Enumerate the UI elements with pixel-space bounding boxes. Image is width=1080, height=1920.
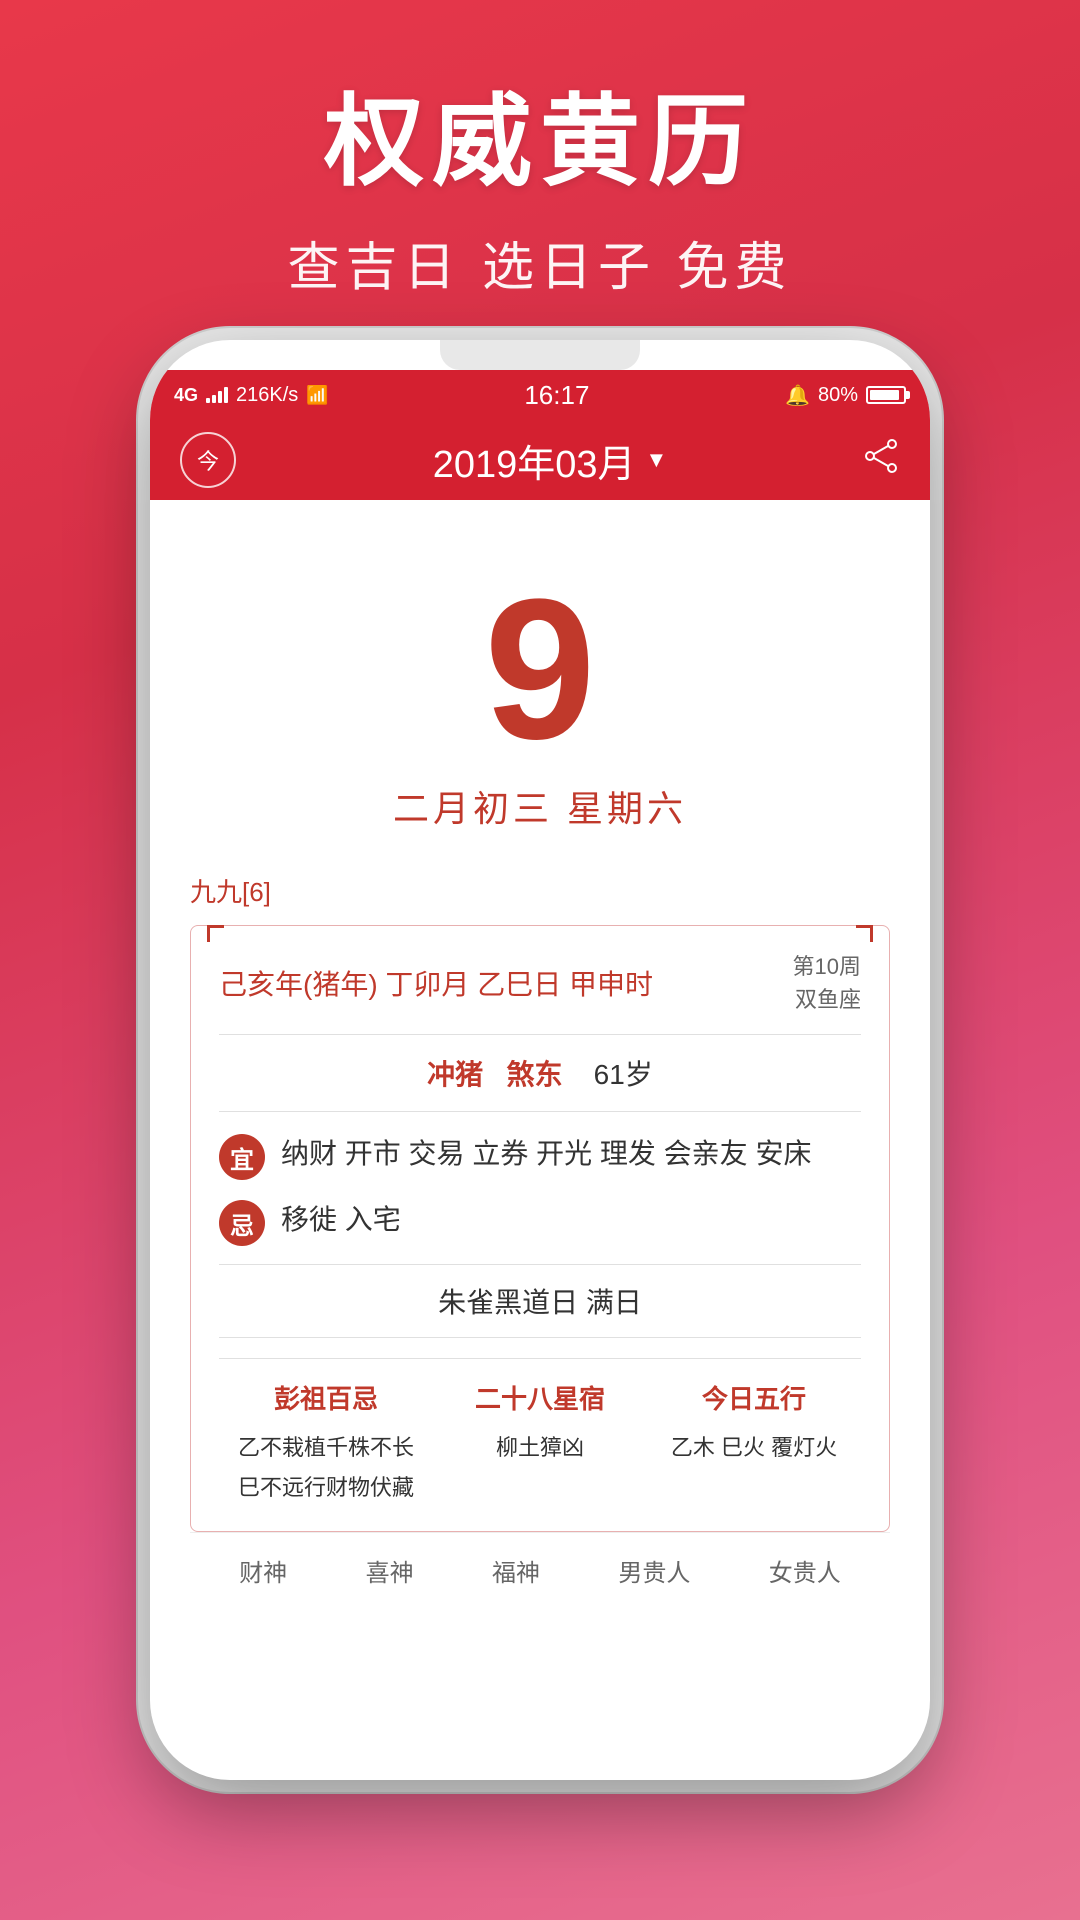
phone-mockup: 4G 216K/s 📶 16:17 🔔 80% 今 2019年03月 ▼ [150, 340, 930, 1780]
lunar-date: 二月初三 星期六 [190, 780, 890, 832]
footer-nanguiren: 男贵人 [618, 1553, 690, 1588]
footer-xishen: 喜神 [366, 1553, 414, 1588]
today-button[interactable]: 今 [180, 432, 236, 488]
status-right: 🔔 80% [785, 383, 906, 408]
yi-text: 纳财 开市 交易 立券 开光 理发 会亲友 安床 [281, 1132, 861, 1177]
speed-label: 216K/s [236, 384, 298, 407]
divider-2 [219, 1337, 861, 1338]
ganzhi-row: 己亥年(猪年) 丁卯月 乙巳日 甲申时 第10周 双鱼座 [219, 950, 861, 1035]
top-banner: 权威黄历 查吉日 选日子 免费 [0, 0, 1080, 340]
footer-caishen: 财神 [239, 1553, 287, 1588]
pengzu-line2: 巳不远行财物伏藏 [219, 1468, 433, 1508]
nav-bar: 今 2019年03月 ▼ [150, 420, 930, 500]
chong-row: 冲猪 煞东 61岁 [219, 1053, 861, 1112]
status-bar: 4G 216K/s 📶 16:17 🔔 80% [150, 370, 930, 420]
nine-nine-badge: 九九[6] [190, 872, 890, 909]
calendar-content: 9 二月初三 星期六 [150, 500, 930, 852]
footer-nvguiren: 女贵人 [769, 1553, 841, 1588]
zodiac-label: 双鱼座 [793, 983, 861, 1016]
xingxiu-title: 二十八星宿 [433, 1379, 647, 1416]
dropdown-arrow-icon: ▼ [646, 447, 668, 473]
share-button[interactable] [864, 438, 900, 483]
sub-title: 查吉日 选日子 免费 [0, 225, 1080, 300]
week-zodiac: 第10周 双鱼座 [793, 950, 861, 1016]
chong-label: 冲猪 [427, 1059, 483, 1090]
main-title: 权威黄历 [0, 60, 1080, 205]
day-info: 九九[6] 己亥年(猪年) 丁卯月 乙巳日 甲申时 第10周 双鱼座 冲猪 煞东… [150, 852, 930, 1638]
status-left: 4G 216K/s 📶 [174, 384, 329, 407]
status-time: 16:17 [524, 380, 589, 411]
signal-bars-icon [206, 387, 228, 403]
wuxing-content: 乙木 巳火 覆灯火 [647, 1428, 861, 1468]
wifi-icon: 📶 [306, 385, 328, 406]
age-label: 61岁 [594, 1059, 653, 1090]
ganzhi-text: 己亥年(猪年) 丁卯月 乙巳日 甲申时 [219, 963, 653, 1003]
xingxiu-col: 二十八星宿 柳土獐凶 [433, 1379, 647, 1507]
footer-fushen: 福神 [492, 1553, 540, 1588]
sha-label: 煞东 [507, 1059, 563, 1090]
phone-notch [440, 340, 640, 370]
day-number: 9 [190, 570, 890, 770]
month-title[interactable]: 2019年03月 ▼ [433, 433, 668, 488]
divider-1 [219, 1264, 861, 1265]
ji-text: 移徙 入宅 [281, 1198, 861, 1243]
week-label: 第10周 [793, 950, 861, 983]
xingxiu-content: 柳土獐凶 [433, 1428, 647, 1468]
bottom-footer: 财神 喜神 福神 男贵人 女贵人 [190, 1532, 890, 1608]
wuxing-col: 今日五行 乙木 巳火 覆灯火 [647, 1379, 861, 1507]
alarm-icon: 🔔 [785, 383, 810, 408]
yi-row: 宜 纳财 开市 交易 立券 开光 理发 会亲友 安床 [219, 1132, 861, 1180]
wuxing-title: 今日五行 [647, 1379, 861, 1416]
date-display: 9 二月初三 星期六 [190, 540, 890, 852]
yi-badge: 宜 [219, 1134, 265, 1180]
pengzu-title: 彭祖百忌 [219, 1379, 433, 1416]
info-card: 己亥年(猪年) 丁卯月 乙巳日 甲申时 第10周 双鱼座 冲猪 煞东 61岁 宜… [190, 925, 890, 1532]
ji-badge: 忌 [219, 1200, 265, 1246]
bottom-three-cols: 彭祖百忌 乙不栽植千株不长 巳不远行财物伏藏 二十八星宿 柳土獐凶 今日五行 乙… [219, 1358, 861, 1507]
pengzu-line1: 乙不栽植千株不长 [219, 1428, 433, 1468]
pengzu-col: 彭祖百忌 乙不栽植千株不长 巳不远行财物伏藏 [219, 1379, 433, 1507]
battery-percent: 80% [818, 384, 858, 407]
zhuque-row: 朱雀黑道日 满日 [219, 1281, 861, 1321]
battery-icon [866, 386, 906, 404]
ji-row: 忌 移徙 入宅 [219, 1198, 861, 1246]
signal-label: 4G [174, 385, 198, 406]
